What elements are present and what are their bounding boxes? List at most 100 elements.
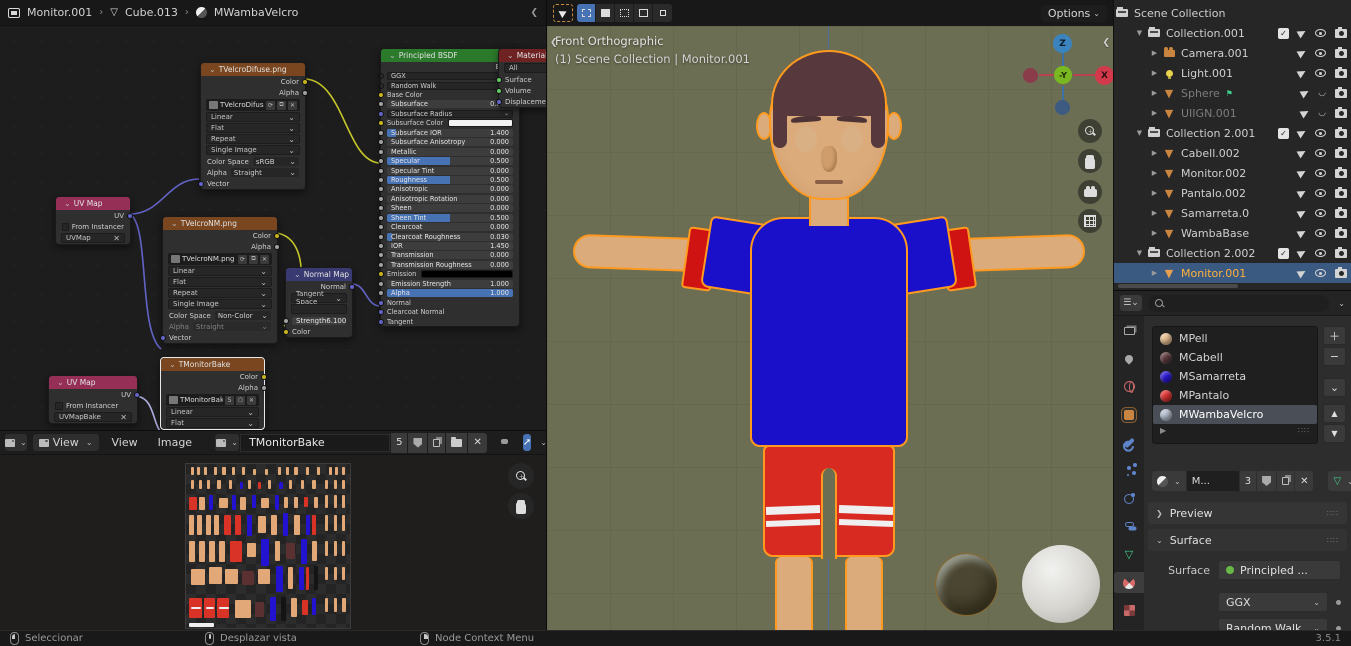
render-visibility-icon[interactable] bbox=[1335, 186, 1347, 198]
outliner-row[interactable]: Scene Collection ⚑ ✓ bbox=[1114, 3, 1351, 23]
normal-output-socket[interactable] bbox=[349, 283, 355, 290]
properties-tab[interactable] bbox=[1114, 488, 1144, 509]
outliner-row[interactable]: ▶ WambaBase ⚑ ✓ bbox=[1114, 223, 1351, 243]
zoom-button[interactable]: ＋ bbox=[508, 463, 534, 489]
projection-dropdown[interactable]: Flat ⌄ bbox=[168, 277, 272, 287]
render-visibility-icon[interactable] bbox=[1335, 206, 1347, 218]
render-visibility-icon[interactable] bbox=[1335, 226, 1347, 238]
uv-map-field[interactable] bbox=[291, 304, 347, 314]
image-browse-button[interactable]: ⌄ bbox=[215, 434, 240, 451]
input-socket[interactable] bbox=[378, 271, 384, 278]
strength-input-socket[interactable] bbox=[283, 317, 289, 324]
selectable-toggle-icon[interactable] bbox=[1296, 147, 1308, 159]
shader-parameter-row[interactable]: Alpha Alpha1.000 Alpha⌄ bbox=[378, 289, 519, 298]
input-socket[interactable] bbox=[378, 186, 384, 193]
properties-tab[interactable] bbox=[1114, 516, 1144, 537]
visibility-eye-icon[interactable] bbox=[1315, 229, 1326, 237]
outliner-scrollbar[interactable] bbox=[1118, 284, 1238, 288]
shader-node-editor[interactable]: Monitor.001 › ▽ Cube.013 › MWambaVelcro … bbox=[0, 0, 547, 430]
expand-icon[interactable]: ▼ bbox=[1133, 29, 1146, 37]
input-socket[interactable] bbox=[378, 205, 384, 212]
color-swatch[interactable] bbox=[448, 119, 513, 128]
collapse-icon[interactable]: ⌄ bbox=[294, 270, 301, 279]
collection-checkbox[interactable]: ✓ bbox=[1278, 27, 1289, 39]
move-slot-down-button[interactable]: ▼ bbox=[1323, 424, 1346, 443]
alpha-mode-dropdown[interactable]: Straight ⌄ bbox=[192, 322, 271, 331]
input-socket[interactable] bbox=[378, 195, 384, 202]
surface-panel-header[interactable]: ⌄ Surface ∷∷ bbox=[1148, 529, 1347, 551]
preview-panel-header[interactable]: ❯ Preview ∷∷ bbox=[1148, 502, 1347, 524]
projection-dropdown[interactable]: Flat ⌄ bbox=[166, 418, 259, 428]
visibility-eye-icon[interactable] bbox=[1315, 129, 1326, 137]
outliner-row[interactable]: ▶ Camera.001 ⚑ ✓ bbox=[1114, 43, 1351, 63]
expand-icon[interactable]: ▼ bbox=[1133, 249, 1146, 257]
input-socket[interactable] bbox=[378, 158, 384, 165]
input-socket[interactable] bbox=[378, 120, 384, 127]
menu-view[interactable]: View bbox=[105, 436, 145, 449]
visibility-eye-icon[interactable] bbox=[1315, 209, 1326, 217]
material-name-field[interactable]: M... bbox=[1186, 471, 1239, 491]
dropdown[interactable]: Random Walk⌄ bbox=[387, 81, 513, 90]
expand-icon[interactable]: ▶ bbox=[1148, 209, 1161, 217]
input-socket[interactable] bbox=[378, 309, 384, 316]
input-socket[interactable] bbox=[378, 318, 384, 325]
collapse-icon[interactable]: ⌄ bbox=[209, 65, 216, 74]
expand-icon[interactable]: ▶ bbox=[1148, 169, 1161, 177]
selectable-toggle-icon[interactable] bbox=[1296, 187, 1308, 199]
selectable-toggle-icon[interactable] bbox=[1299, 87, 1311, 99]
expand-icon[interactable]: ▶ bbox=[1148, 269, 1161, 277]
alpha-output-socket[interactable] bbox=[302, 89, 308, 96]
input-socket[interactable] bbox=[378, 176, 384, 183]
source-dropdown[interactable]: Single Image ⌄ bbox=[168, 299, 272, 309]
breadcrumb-mesh[interactable]: Cube.013 bbox=[125, 6, 178, 19]
shader-parameter-row[interactable]: Emission Strength Emission Strength1.000… bbox=[378, 279, 519, 288]
unlink-icon[interactable]: ✕ bbox=[260, 254, 269, 264]
expand-icon[interactable]: ▶ bbox=[1148, 69, 1161, 77]
shader-parameter-row[interactable]: Normal Normal Normal⌄ bbox=[378, 298, 519, 307]
outliner[interactable]: Scene Collection ⚑ ✓ ▼ Collection.001 ⚑ bbox=[1114, 0, 1351, 291]
image-editor[interactable]: ⌄ View ⌄ View Image ⌄ TMonitorBake 5 ✕ ➚ … bbox=[0, 430, 547, 630]
options-dropdown[interactable]: Options ⌄ bbox=[1040, 4, 1107, 22]
properties-tab[interactable] bbox=[1114, 572, 1144, 593]
properties-tab[interactable] bbox=[1114, 600, 1144, 621]
collapse-icon[interactable]: ⌄ bbox=[169, 360, 176, 369]
properties-editor-icon[interactable]: ☰⌄ bbox=[1120, 295, 1142, 311]
fake-user-shield-button[interactable] bbox=[408, 432, 428, 453]
collection-checkbox[interactable]: ✓ bbox=[1278, 247, 1289, 259]
interpolation-dropdown[interactable]: Linear ⌄ bbox=[206, 112, 300, 122]
node-uv-map-2[interactable]: ⌄ UV Map UV From Instancer UVMapBake ✕ bbox=[48, 375, 140, 424]
uv-map-select[interactable]: UVMapBake ✕ bbox=[54, 412, 132, 422]
gizmo-axis-z[interactable]: Z bbox=[1053, 34, 1072, 53]
expand-icon[interactable]: ▶ bbox=[1148, 229, 1161, 237]
outliner-row[interactable]: ▼ Collection 2.002 ⚑ ✓ bbox=[1114, 243, 1351, 263]
collapse-icon[interactable]: ⌄ bbox=[57, 378, 64, 387]
distribution-dropdown[interactable]: GGX ⌄ bbox=[1218, 592, 1328, 612]
camera-view-button[interactable] bbox=[1078, 180, 1102, 204]
shader-parameter-row[interactable]: Clearcoat Roughness Clearcoat Roughness0… bbox=[378, 232, 519, 241]
extension-dropdown[interactable]: Repeat ⌄ bbox=[206, 134, 300, 144]
image-datablock-selector[interactable]: TVelcroDifuse.png⟳⧉✕ bbox=[206, 99, 300, 111]
from-instancer-checkbox[interactable] bbox=[62, 222, 69, 231]
space-dropdown[interactable]: Tangent Space ⌄ bbox=[291, 290, 347, 306]
shader-parameter-row[interactable]: Metallic Metallic0.000 Metallic⌄ bbox=[378, 147, 519, 156]
color-input-socket[interactable] bbox=[283, 328, 289, 335]
selectable-toggle-icon[interactable] bbox=[1296, 47, 1308, 59]
pan-button[interactable] bbox=[508, 493, 534, 519]
output-input-row[interactable]: Volume bbox=[496, 85, 546, 96]
gizmo-axis-x[interactable]: X bbox=[1095, 66, 1113, 85]
collapse-icon[interactable]: ⌄ bbox=[64, 199, 71, 208]
outliner-row[interactable]: ▶ Monitor.001 ⚑ ✓ bbox=[1114, 263, 1351, 283]
node-image-texture-normal[interactable]: ⌄ TVelcroNM.png Color Alpha TVelcroNM.png… bbox=[160, 216, 280, 344]
matcap-preview-sphere[interactable] bbox=[1022, 545, 1100, 623]
duplicate-image-button[interactable] bbox=[428, 432, 446, 453]
input-socket[interactable] bbox=[378, 214, 384, 221]
users-count[interactable]: 5 bbox=[225, 395, 234, 405]
image-datablock-selector[interactable]: TMonitorBake5⬠✕ bbox=[166, 394, 259, 406]
outliner-row[interactable]: ▶ Samarreta.0 ⚑ ✓ bbox=[1114, 203, 1351, 223]
dropdown[interactable]: Subsurface Radius ⌄ bbox=[387, 109, 513, 118]
interpolation-dropdown[interactable]: Linear ⌄ bbox=[168, 266, 272, 276]
alpha-mode-dropdown[interactable]: Straight ⌄ bbox=[230, 168, 299, 177]
shader-parameter-row[interactable]: Sheen Sheen0.000 Sheen⌄ bbox=[378, 204, 519, 213]
visibility-eye-icon[interactable] bbox=[1315, 189, 1326, 197]
breadcrumb-object[interactable]: Monitor.001 bbox=[27, 6, 92, 19]
